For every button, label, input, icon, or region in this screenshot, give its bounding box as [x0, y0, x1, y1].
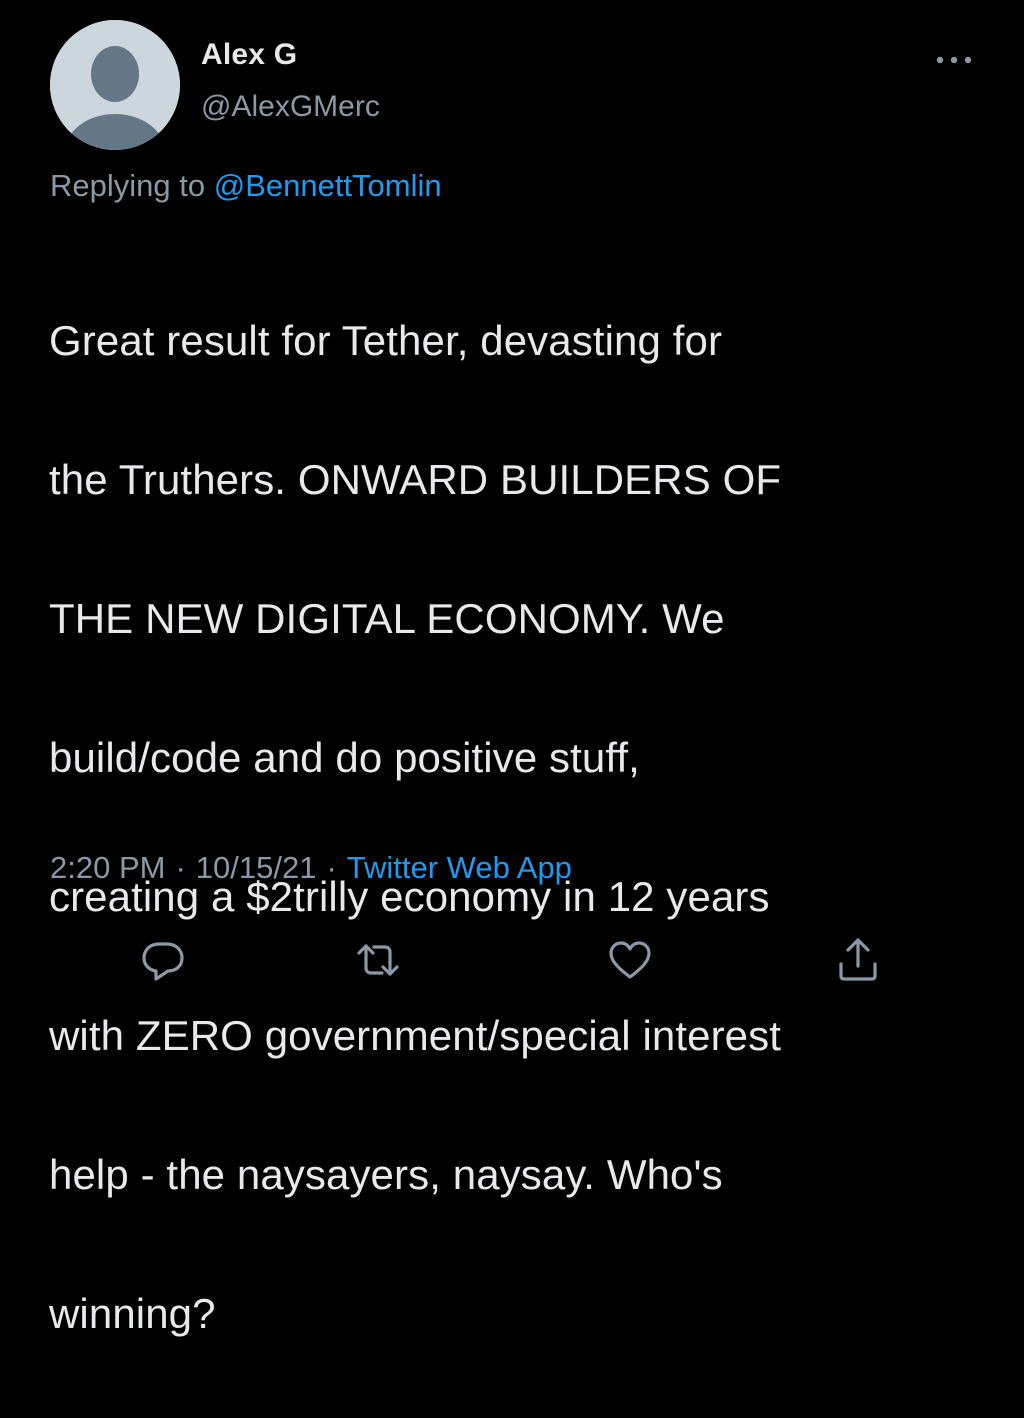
- retweet-icon: [357, 944, 399, 976]
- more-options-icon: [936, 56, 972, 64]
- share-button[interactable]: [834, 936, 882, 984]
- reply-mention-link[interactable]: @BennettTomlin: [214, 168, 442, 203]
- tweet-text-line: build/code and do positive stuff,: [49, 733, 640, 781]
- tweet-source-link[interactable]: Twitter Web App: [347, 850, 572, 885]
- like-button[interactable]: [606, 936, 654, 984]
- more-options-button[interactable]: [932, 50, 976, 70]
- avatar[interactable]: [50, 20, 180, 150]
- replying-to-prefix: Replying to: [50, 168, 214, 203]
- tweet-text-line: with ZERO government/special interest: [49, 1011, 781, 1059]
- like-icon: [609, 941, 651, 979]
- default-avatar-icon: [50, 20, 180, 150]
- share-icon: [839, 938, 877, 981]
- replying-to: Replying to @BennettTomlin: [50, 168, 442, 204]
- tweet-detail: Alex G @AlexGMerc Replying to @BennettTo…: [0, 0, 1024, 1337]
- meta-separator: ·: [326, 850, 337, 885]
- tweet-text: Great result for Tether, devasting for t…: [49, 236, 999, 1418]
- author-display-name[interactable]: Alex G: [201, 38, 297, 72]
- reply-button[interactable]: [139, 936, 187, 984]
- retweet-button[interactable]: [354, 936, 402, 984]
- tweet-text-line: Great result for Tether, devasting for: [49, 316, 723, 364]
- tweet-text-line: help - the naysayers, naysay. Who's: [49, 1150, 723, 1198]
- tweet-text-line: winning?: [49, 1289, 216, 1337]
- tweet-date[interactable]: 10/15/21: [196, 850, 317, 885]
- reply-icon: [142, 942, 184, 981]
- tweet-text-line: THE NEW DIGITAL ECONOMY. We: [49, 594, 725, 642]
- tweet-time[interactable]: 2:20 PM: [50, 850, 165, 885]
- author-handle[interactable]: @AlexGMerc: [201, 90, 380, 124]
- tweet-metadata: 2:20 PM · 10/15/21 · Twitter Web App: [50, 850, 572, 886]
- meta-separator: ·: [175, 850, 186, 885]
- tweet-text-line: the Truthers. ONWARD BUILDERS OF: [49, 455, 782, 503]
